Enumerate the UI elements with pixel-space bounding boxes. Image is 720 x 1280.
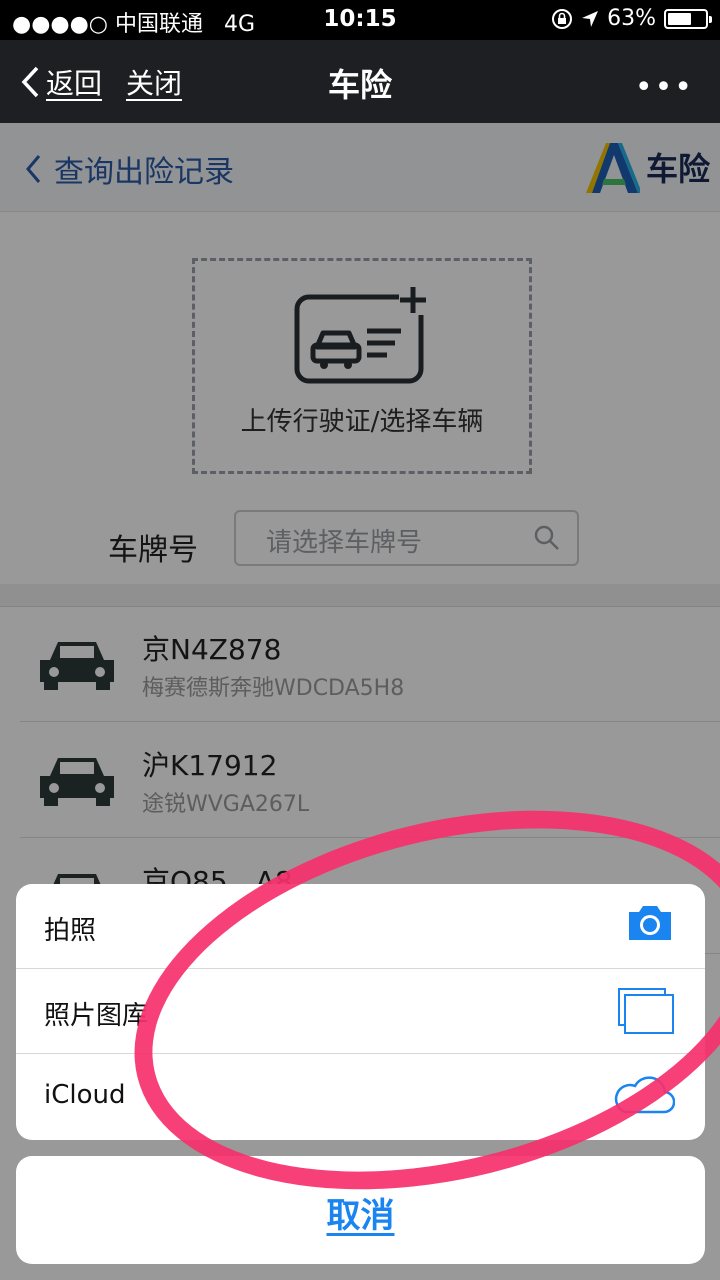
action-label: 照片图库 [44, 1001, 149, 1031]
page-title: 车险 [327, 66, 392, 104]
action-label: iCloud [44, 1080, 126, 1110]
cancel-label: 取消 [326, 1196, 395, 1236]
action-label: 拍照 [44, 916, 97, 946]
more-button[interactable]: ••• [635, 70, 694, 105]
status-bar: ●●●●○ 中国联通 4G 10:15 63% [0, 0, 720, 40]
rotation-lock-icon [552, 8, 573, 29]
battery-icon [664, 8, 712, 29]
battery-percent: 63% [607, 6, 656, 31]
status-right: 63% [551, 6, 712, 31]
nav-bar: 返回 关闭 车险 ••• [0, 40, 720, 123]
location-arrow-icon [582, 10, 599, 27]
